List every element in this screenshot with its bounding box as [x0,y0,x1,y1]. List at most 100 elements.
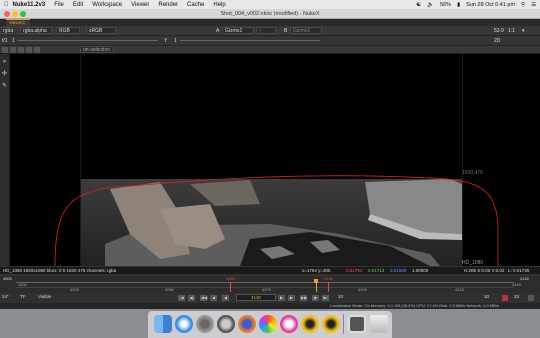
more-options-icon[interactable]: ▾ [522,29,525,34]
fps-field[interactable]: 24* [2,294,9,300]
gain-value[interactable]: 1 [12,39,15,44]
gamma-slider[interactable] [180,40,320,41]
search-icon[interactable]: ⚲ [521,2,525,8]
timeline[interactable]: 4000 4142 1001 4140 4025 4050 4075 4100 … [0,276,540,293]
firefox-icon[interactable] [238,315,256,333]
volume-icon[interactable]: 🔈 [427,2,434,8]
gain-label: f/1 [2,38,8,44]
prev-keyframe-button[interactable]: ◀| [188,294,195,301]
display-channel-dropdown[interactable]: RGB [56,27,80,34]
tick-4125: 4125 [455,287,464,292]
pane-tab-bar [0,19,540,26]
roi-icon[interactable] [2,47,8,53]
view-mode-dropdown[interactable]: 2D [494,39,500,44]
play-backward-button[interactable]: ◀ [222,294,229,301]
menu-viewer[interactable]: Viewer [131,2,149,8]
input-b-dropdown[interactable]: Gizmo1 [290,27,322,34]
gamma-value[interactable]: 1 [174,39,177,44]
format-info: HD_1080 1920x1080 bbox: 0 0 1920 475 cha… [3,267,117,273]
menu-extras-icon[interactable]: ☰ [531,2,536,8]
select-tool-icon[interactable]: ➢ [2,58,8,65]
pixel-red: 0.01794 [346,267,363,273]
playback-controls: 24* TF Visible |◀ ◀| ◀◀ ◀ ◀ 4130 ▶ ▶ ▶▶ … [0,293,540,302]
step-back-button[interactable]: ◀ [210,294,217,301]
viewer-toolbar-gain: f/1 1 Y 1 2D [0,36,540,46]
step-forward-button[interactable]: ▶ [288,294,295,301]
tf-dropdown[interactable]: TF [20,294,26,300]
zoom-value[interactable]: 53.9 [494,29,504,34]
first-frame-button[interactable]: |◀ [178,294,185,301]
menu-file[interactable]: File [54,2,64,8]
photos-icon[interactable] [259,315,277,333]
battery-percent[interactable]: 56% [440,2,451,8]
preview-icon[interactable] [348,315,366,333]
clip-warning-icon[interactable] [10,47,16,53]
out-marker[interactable] [328,282,329,292]
apple-icon[interactable]:  [4,2,9,8]
timeline-start-field[interactable]: 4000 [3,277,12,281]
repeat-field[interactable]: 33 [514,294,519,300]
pixel-hsv: H:205 S:0.05 V:0.02 [464,267,505,273]
safari-icon[interactable] [175,315,193,333]
skip-field[interactable]: 10 [484,294,489,300]
checker-icon[interactable] [26,47,32,53]
increment-field[interactable]: 10 [338,294,343,300]
visibility-dropdown[interactable]: Visible [38,294,51,300]
colorspace-dropdown[interactable]: sRGB [86,27,116,34]
proxy-field[interactable]: un-selection [80,46,114,53]
current-frame-field[interactable]: 4130 [236,294,276,301]
menu-cache[interactable]: Cache [187,2,204,8]
status-bar: Localization Mode: On Memory: 0.1 GB (38… [0,303,540,309]
menu-render[interactable]: Render [158,2,178,8]
battery-icon[interactable]: ▮ [457,2,460,8]
viewer-tool-strip: ➢ ✣ ✎ [0,54,10,266]
wifi-icon[interactable]: ☯ [416,2,421,8]
prev-increment-button[interactable]: ◀◀ [200,294,207,301]
viewer-image: 1920,475 HD_1080 [54,54,499,266]
trash-icon[interactable] [370,315,388,333]
pen-tool-icon[interactable]: ✎ [2,82,8,89]
app-menu[interactable]: Nuke11.2v3 [13,2,46,8]
clock[interactable]: Sun 28 Oct 6:41 pm [466,2,515,8]
tick-4075: 4075 [262,287,271,292]
play-forward-button[interactable]: ▶ [278,294,285,301]
pixel-green: 0.01713 [368,267,385,273]
window-titlebar: Shot_004_v002.nknc (modified) - NukeX [0,9,540,19]
record-icon[interactable] [502,294,508,301]
transform-tool-icon[interactable]: ✣ [2,70,8,77]
menu-help[interactable]: Help [213,2,225,8]
nuke-x-icon[interactable] [322,315,340,333]
in-marker[interactable] [230,282,231,292]
out-marker-label: 4130 [324,276,333,281]
mac-dock [148,311,392,338]
menu-workspace[interactable]: Workspace [92,2,122,8]
dock-divider [343,314,344,334]
finder-icon[interactable] [154,315,172,333]
timeline-end-field[interactable]: 4142 [520,277,529,281]
playhead[interactable] [316,282,317,292]
mac-menubar:  Nuke11.2v3 File Edit Workspace Viewer … [0,0,540,9]
loop-mode-icon[interactable] [528,294,534,301]
last-frame-button[interactable]: ▶| [322,294,329,301]
next-increment-button[interactable]: ▶▶ [300,294,307,301]
launchpad-icon[interactable] [217,315,235,333]
viewer-canvas[interactable]: 1920,475 HD_1080 [10,54,540,266]
tab-viewer1[interactable]: Viewer1 [6,19,30,26]
pixel-alpha: 1.00000 [412,267,429,273]
menu-edit[interactable]: Edit [73,2,83,8]
itunes-icon[interactable] [280,315,298,333]
input-a-dropdown[interactable]: Gizmo1 [222,27,254,34]
nuke-icon[interactable] [301,315,319,333]
wipe-op-dropdown[interactable]: - [256,27,276,34]
timeline-ruler[interactable] [16,282,514,283]
channels-dropdown[interactable]: rgba [1,27,13,34]
input-b-label: B [284,28,288,34]
pixel-ratio[interactable]: 1:1 [508,29,515,34]
overlay-icon[interactable] [34,47,40,53]
system-prefs-icon[interactable] [196,315,214,333]
lut-icon[interactable] [18,47,24,53]
layer-dropdown[interactable]: rgba.alpha [20,27,52,34]
gain-slider[interactable] [18,40,158,41]
next-keyframe-button[interactable]: |▶ [312,294,319,301]
tick-4025: 4025 [70,287,79,292]
